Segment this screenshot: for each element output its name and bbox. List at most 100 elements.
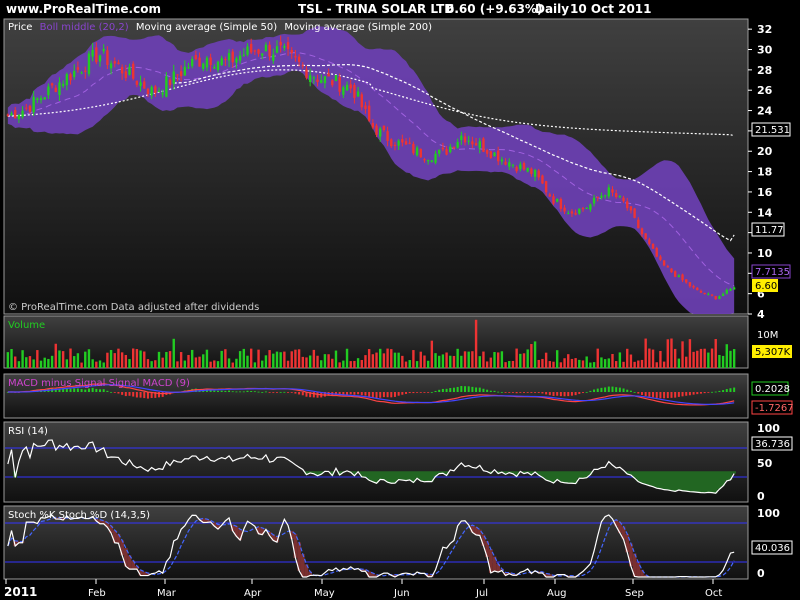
x-axis-label: May (314, 588, 335, 599)
macd-hist-bar (364, 392, 367, 396)
candle-body (268, 44, 271, 57)
candle-body (511, 164, 515, 166)
volume-title: Volume (8, 320, 45, 331)
macd-hist-bar (534, 392, 537, 393)
candle-body (725, 289, 728, 294)
candle-body (574, 212, 577, 215)
candle-body (626, 201, 629, 209)
price-axis-label: 28 (757, 64, 772, 77)
macd-title: MACD minus Signal Signal MACD (9) (8, 378, 190, 389)
volume-bar (382, 353, 386, 368)
volume-bar (703, 348, 706, 368)
volume-bar (659, 350, 662, 368)
macd-hist-bar (570, 392, 573, 396)
candle-body (648, 239, 651, 244)
signal-tag: -1.7267 (755, 403, 794, 414)
candle-body (305, 69, 308, 78)
candle-body (213, 66, 216, 69)
volume-bar (419, 351, 422, 368)
volume-bar (43, 357, 46, 368)
volume-bar (131, 348, 135, 368)
volume-bar (441, 354, 445, 368)
volume-bar (721, 355, 725, 368)
candle-body (238, 55, 242, 61)
volume-bar (581, 360, 585, 368)
volume-bar (76, 353, 80, 368)
macd-hist-bar (567, 392, 570, 397)
candle-body (301, 65, 304, 67)
volume-bar (578, 359, 581, 368)
stoch-axis-0: 0 (757, 567, 765, 580)
candle-body (216, 61, 220, 71)
volume-bar (297, 349, 301, 368)
macd-hist-bar (346, 392, 349, 395)
macd-hist-bar (460, 386, 463, 392)
stock-chart: Price Boll middle (20,2) Moving average … (3, 18, 794, 599)
macd-hist-bar (519, 392, 522, 393)
volume-bar (272, 353, 275, 368)
macd-hist-bar (718, 390, 721, 392)
macd-hist-bar (312, 392, 315, 398)
candle-body (555, 198, 559, 202)
candle-body (320, 80, 323, 83)
volume-bar (194, 357, 198, 368)
macd-hist-bar (677, 392, 680, 397)
macd-hist-bar (622, 388, 625, 392)
candle-body (393, 144, 397, 147)
macd-hist-bar (430, 391, 433, 393)
volume-bar (390, 349, 393, 368)
volume-bar (14, 356, 17, 368)
volume-bar (725, 344, 728, 368)
macd-hist-bar (530, 392, 533, 393)
volume-bar (150, 361, 153, 368)
candle-body (275, 46, 279, 53)
volume-bar (238, 351, 242, 368)
price-axis-label: 24 (757, 105, 773, 118)
candle-body (349, 84, 352, 89)
volume-bar (69, 348, 72, 368)
volume-bar (139, 350, 142, 368)
macd-hist-bar (135, 392, 138, 398)
volume-bar (375, 352, 378, 368)
macd-hist-bar (261, 391, 264, 393)
volume-bar (412, 350, 415, 368)
macd-hist-bar (471, 386, 474, 392)
volume-bar (168, 351, 172, 368)
macd-hist-bar (596, 388, 599, 392)
volume-bar (227, 358, 231, 368)
candle-body (65, 74, 69, 86)
candle-body (412, 143, 415, 154)
candle-body (331, 80, 334, 86)
candle-body (441, 147, 445, 150)
rsi-tag: 36.736 (755, 439, 790, 450)
x-axis-label: Jul (475, 588, 488, 599)
candle-body (681, 274, 684, 281)
macd-hist-bar (268, 392, 271, 393)
volume-bar (235, 358, 238, 368)
volume-bar (596, 348, 599, 368)
boll-tag: 7.7135 (755, 267, 790, 278)
volume-bar (21, 350, 24, 368)
volume-bar (452, 355, 456, 368)
volume-bar (6, 352, 10, 368)
candle-body (227, 53, 231, 61)
stoch-axis-100: 100 (757, 507, 780, 520)
candle-body (482, 138, 485, 152)
macd-hist-bar (670, 392, 673, 398)
candle-body (685, 279, 688, 283)
macd-hist-bar (486, 389, 489, 392)
candle-body (10, 113, 13, 116)
volume-bar (342, 360, 345, 368)
volume-bar (567, 354, 570, 368)
candle-body (360, 94, 363, 108)
price-axis-label: 14 (757, 206, 773, 219)
candle-body (548, 194, 552, 197)
volume-bar (91, 359, 94, 368)
macd-hist-bar (246, 390, 249, 392)
macd-hist-bar (279, 391, 282, 393)
candle-body (611, 189, 614, 193)
candle-body (445, 149, 448, 155)
candle-body (640, 228, 644, 235)
candle-body (729, 288, 732, 291)
volume-bar (478, 356, 481, 368)
